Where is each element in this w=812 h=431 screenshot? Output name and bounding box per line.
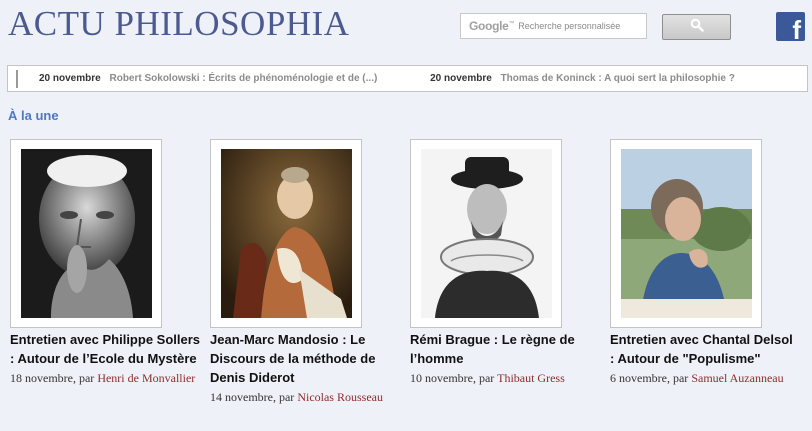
article-photo-link[interactable]	[210, 139, 362, 328]
author-link[interactable]: Nicolas Rousseau	[297, 390, 383, 404]
search-placeholder: Recherche personnalisée	[518, 21, 621, 31]
ticker-divider	[16, 70, 18, 88]
engraving-portrait	[421, 149, 552, 318]
article-meta: 14 novembre, par Nicolas Rousseau	[210, 388, 400, 407]
author-link[interactable]: Samuel Auzanneau	[691, 371, 783, 385]
ticker-item[interactable]: 20 novembre Thomas de Koninck : A quoi s…	[430, 73, 735, 84]
article-title-link[interactable]: Jean-Marc Mandosio : Le Discours de la m…	[210, 330, 400, 387]
article-card: Entretien avec Chantal Delsol : Autour d…	[610, 139, 800, 388]
portrait-photo	[21, 149, 152, 318]
ticker-link[interactable]: Robert Sokolowski : Écrits de phénoménol…	[109, 73, 377, 84]
article-meta: 18 novembre, par Henri de Monvallier	[10, 369, 200, 388]
ticker-date: 20 novembre	[39, 73, 101, 84]
article-date: 10 novembre, par	[410, 371, 495, 385]
article-title-link[interactable]: Rémi Brague : Le règne de l’homme	[410, 330, 600, 368]
ticker-date: 20 novembre	[430, 73, 492, 84]
site-title[interactable]: ACTU PHILOSOPHIA	[8, 4, 350, 44]
google-logo: Google™	[469, 19, 515, 33]
ticker-link[interactable]: Thomas de Koninck : A quoi sert la philo…	[501, 73, 735, 84]
article-meta: 6 novembre, par Samuel Auzanneau	[610, 369, 800, 388]
article-meta: 10 novembre, par Thibaut Gress	[410, 369, 600, 388]
news-ticker: 20 novembre Robert Sokolowski : Écrits d…	[7, 65, 808, 92]
article-photo-link[interactable]	[410, 139, 562, 328]
painting-portrait	[221, 149, 352, 318]
article-date: 18 novembre, par	[10, 371, 95, 385]
author-link[interactable]: Thibaut Gress	[497, 371, 565, 385]
ticker-item[interactable]: 20 novembre Robert Sokolowski : Écrits d…	[39, 73, 380, 84]
article-photo-link[interactable]	[610, 139, 762, 328]
article-title-link[interactable]: Entretien avec Chantal Delsol : Autour d…	[610, 330, 800, 368]
search-input[interactable]: Google™ Recherche personnalisée	[460, 13, 647, 39]
article-date: 6 novembre, par	[610, 371, 689, 385]
search-icon	[690, 18, 704, 37]
section-heading: À la une	[8, 108, 59, 123]
search-button[interactable]	[662, 14, 731, 40]
ticker-track: 20 novembre Robert Sokolowski : Écrits d…	[39, 73, 785, 84]
article-title-link[interactable]: Entretien avec Philippe Sollers : Autour…	[10, 330, 200, 368]
article-card: Rémi Brague : Le règne de l’homme 10 nov…	[410, 139, 600, 388]
author-link[interactable]: Henri de Monvallier	[97, 371, 195, 385]
outdoor-photo	[621, 149, 752, 318]
article-card: Entretien avec Philippe Sollers : Autour…	[10, 139, 200, 388]
article-date: 14 novembre, par	[210, 390, 295, 404]
article-card: Jean-Marc Mandosio : Le Discours de la m…	[210, 139, 400, 407]
article-photo-link[interactable]	[10, 139, 162, 328]
facebook-icon[interactable]: f	[776, 12, 805, 41]
